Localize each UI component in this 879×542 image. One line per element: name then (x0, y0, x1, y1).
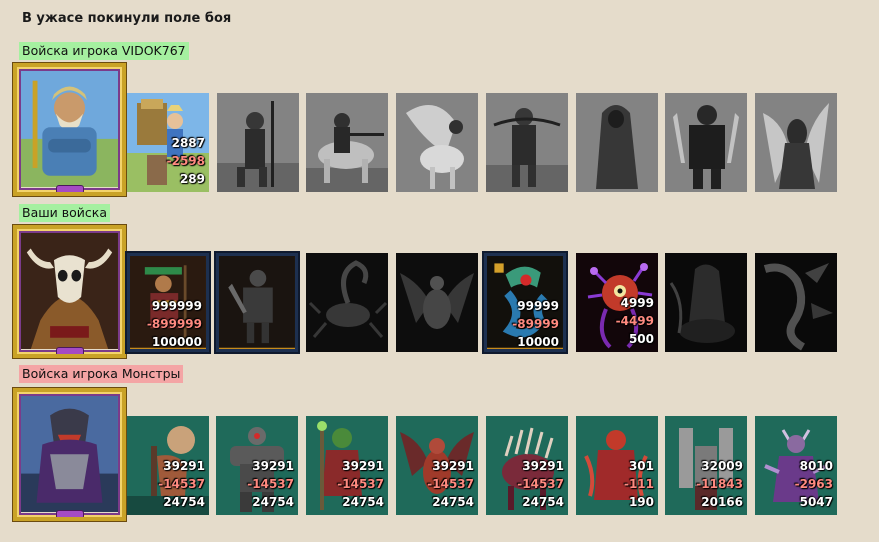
unit-remaining: 5047 (799, 495, 833, 509)
unit-count: 8010 (799, 459, 833, 473)
unit-remaining: 24754 (252, 495, 294, 509)
unit-lost: -2598 (166, 154, 205, 168)
hero-gem-icon (55, 510, 84, 517)
hero-gem-icon (55, 347, 84, 354)
unit-crossbowman[interactable] (486, 93, 568, 192)
unit-lost: -11843 (696, 477, 743, 491)
unit-lost: -14537 (247, 477, 294, 491)
unit-gargoyle[interactable]: 39291 -14537 24754 (396, 416, 478, 515)
unit-serpent-dragon[interactable]: 99999 -89999 10000 (484, 253, 566, 352)
unit-lizard-brute[interactable]: 39291 -14537 24754 (127, 416, 209, 515)
unit-dragon[interactable] (396, 253, 478, 352)
unit-count: 39291 (522, 459, 564, 473)
unit-lost: -4499 (615, 314, 654, 328)
unit-count: 2887 (171, 136, 205, 150)
page-title: В ужасе покинули поле боя (22, 11, 232, 26)
unit-remaining: 190 (628, 495, 654, 509)
unit-count: 4999 (620, 296, 654, 310)
unit-lost: -14537 (427, 477, 474, 491)
unit-lost: -89999 (512, 317, 559, 331)
hero-portrait-werebeast[interactable] (12, 387, 127, 522)
unit-pikeman[interactable] (217, 93, 299, 192)
unit-count: 39291 (342, 459, 384, 473)
unit-remaining: 24754 (522, 495, 564, 509)
hero-gem-icon (55, 185, 84, 192)
group-label-vidok: Войска игрока VIDOK767 (19, 42, 189, 60)
unit-lost: -899999 (146, 317, 202, 331)
unit-hooded-monk[interactable] (576, 93, 658, 192)
unit-count: 999999 (151, 299, 202, 313)
unit-fire-demon[interactable]: 301 -111 190 (576, 416, 658, 515)
unit-count: 39291 (252, 459, 294, 473)
unit-bone-beast[interactable]: 39291 -14537 24754 (486, 416, 568, 515)
unit-pegasus-rider[interactable] (396, 93, 478, 192)
unit-count: 32009 (701, 459, 743, 473)
unit-count: 301 (628, 459, 654, 473)
hero-portrait-minotaur-skull[interactable] (12, 224, 127, 359)
hero-portrait-barbarian[interactable] (12, 62, 127, 197)
unit-cavalier[interactable] (306, 93, 388, 192)
unit-goblin-shaman[interactable]: 39291 -14537 24754 (306, 416, 388, 515)
unit-beholder[interactable]: 4999 -4499 500 (576, 253, 658, 352)
unit-archangel[interactable] (755, 93, 837, 192)
unit-remaining: 500 (628, 332, 654, 346)
unit-lost: -111 (623, 477, 654, 491)
group-label-your-troops: Ваши войска (19, 204, 110, 222)
unit-scorpion[interactable] (306, 253, 388, 352)
unit-count: 39291 (432, 459, 474, 473)
unit-remaining: 24754 (342, 495, 384, 509)
unit-stone-tower[interactable]: 32009 -11843 20166 (665, 416, 747, 515)
unit-count: 99999 (517, 299, 559, 313)
unit-shaman[interactable]: 999999 -899999 100000 (127, 253, 209, 352)
unit-lost: -14537 (337, 477, 384, 491)
unit-horned-mage[interactable]: 8010 -2963 5047 (755, 416, 837, 515)
unit-remaining: 289 (179, 172, 205, 186)
unit-armored-warrior[interactable] (665, 93, 747, 192)
unit-lost: -14537 (158, 477, 205, 491)
unit-remaining: 10000 (517, 335, 559, 349)
unit-count: 39291 (163, 459, 205, 473)
unit-remaining: 20166 (701, 495, 743, 509)
unit-remaining: 24754 (432, 495, 474, 509)
unit-iron-golem[interactable]: 39291 -14537 24754 (216, 416, 298, 515)
unit-lost: -14537 (517, 477, 564, 491)
group-label-monsters: Войска игрока Монстры (19, 365, 184, 383)
unit-shadow-rider[interactable] (665, 253, 747, 352)
unit-lost: -2963 (794, 477, 833, 491)
unit-remaining: 24754 (163, 495, 205, 509)
unit-remaining: 100000 (151, 335, 202, 349)
unit-dark-knight[interactable] (216, 253, 298, 352)
unit-bone-wyrm[interactable] (755, 253, 837, 352)
unit-peasant-cart[interactable]: 2887 -2598 289 (127, 93, 209, 192)
